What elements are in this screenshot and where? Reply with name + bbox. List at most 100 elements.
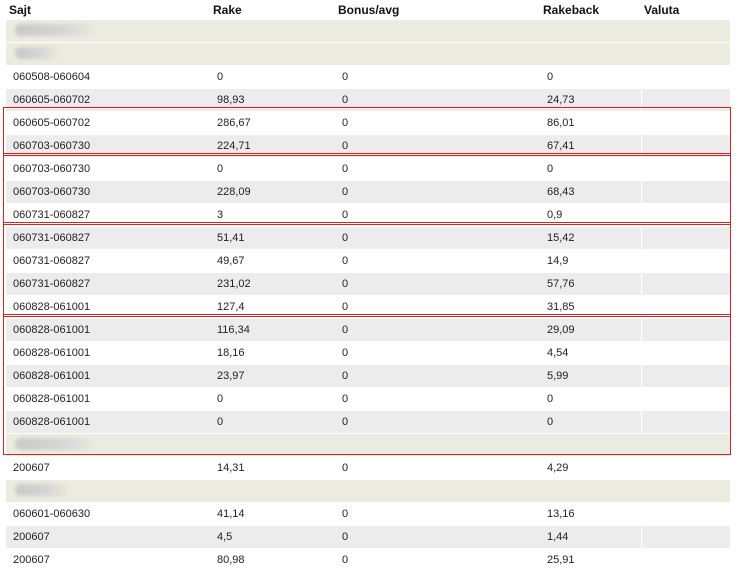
cell-sajt: 060703-060730 (13, 140, 91, 152)
table-row: 060731-060827 3 0 0,9 (6, 204, 730, 227)
cell-sajt: 060828-061001 (13, 301, 91, 313)
table-row: 060828-061001 18,16 0 4,54 (6, 342, 730, 365)
cell-valuta (641, 388, 730, 410)
cell-rake: 41,14 (217, 508, 245, 520)
cell-valuta (641, 296, 730, 318)
cell-rake: 224,71 (217, 140, 251, 152)
cell-rakeback: 29,09 (547, 324, 575, 336)
cell-valuta (641, 204, 730, 226)
redaction-blur (15, 46, 59, 59)
redaction-blur (15, 483, 71, 496)
cell-sajt: 060828-061001 (13, 416, 91, 428)
table-row: 060703-060730 224,71 0 67,41 (6, 135, 730, 158)
cell-bonus: 0 (342, 232, 349, 244)
cell-rakeback: 57,76 (547, 278, 575, 290)
column-header-valuta[interactable]: Valuta (641, 3, 730, 17)
cell-valuta (641, 181, 730, 203)
cell-valuta (641, 112, 730, 134)
group-row (6, 43, 730, 66)
cell-sajt: 060731-060827 (13, 255, 91, 267)
cell-rake: 286,67 (217, 117, 251, 129)
cell-bonus: 0 (342, 94, 349, 106)
cell-valuta (641, 158, 730, 180)
cell-rake: 98,93 (217, 94, 245, 106)
cell-sajt: 060731-060827 (13, 232, 91, 244)
cell-rake: 127,4 (217, 301, 245, 313)
column-header-sajt[interactable]: Sajt (6, 3, 210, 17)
cell-bonus: 0 (342, 278, 349, 290)
cell-bonus: 0 (342, 209, 349, 221)
cell-sajt: 060828-061001 (13, 370, 91, 382)
table-row: 200607 4,5 0 1,44 (6, 526, 730, 549)
table-row: 060731-060827 231,02 0 57,76 (6, 273, 730, 296)
column-header-bonus[interactable]: Bonus/avg (335, 3, 540, 17)
table-row: 060605-060702 286,67 0 86,01 (6, 112, 730, 135)
cell-rake: 0 (217, 393, 224, 405)
cell-sajt: 060828-061001 (13, 324, 91, 336)
table-row: 060731-060827 49,67 0 14,9 (6, 250, 730, 273)
cell-bonus: 0 (342, 301, 349, 313)
cell-bonus: 0 (342, 71, 349, 83)
cell-bonus: 0 (342, 255, 349, 267)
cell-bonus: 0 (342, 462, 349, 474)
table-row: 060828-061001 127,4 0 31,85 (6, 296, 730, 319)
cell-rakeback: 86,01 (547, 117, 575, 129)
cell-bonus: 0 (342, 531, 349, 543)
cell-sajt: 060605-060702 (13, 117, 91, 129)
cell-rakeback: 0 (547, 393, 554, 405)
cell-valuta (641, 250, 730, 272)
cell-rakeback: 68,43 (547, 186, 575, 198)
cell-rakeback: 4,29 (547, 462, 569, 474)
cell-sajt: 200607 (13, 554, 50, 566)
table-header: Sajt Rake Bonus/avg Rakeback Valuta (6, 0, 730, 20)
cell-valuta (641, 135, 730, 157)
cell-bonus: 0 (342, 140, 349, 152)
cell-valuta (641, 273, 730, 295)
table-row: 060703-060730 228,09 0 68,43 (6, 181, 730, 204)
group-row (6, 20, 730, 43)
cell-valuta (641, 89, 730, 111)
group-row (6, 480, 730, 503)
table-row: 200607 14,31 0 4,29 (6, 457, 730, 480)
cell-rake: 0 (217, 71, 224, 83)
cell-rakeback: 5,99 (547, 370, 569, 382)
table-row: 060828-061001 0 0 0 (6, 388, 730, 411)
cell-rakeback: 14,9 (547, 255, 569, 267)
cell-rakeback: 25,91 (547, 554, 575, 566)
cell-rake: 51,41 (217, 232, 245, 244)
table-row: 060828-061001 23,97 0 5,99 (6, 365, 730, 388)
cell-sajt: 060828-061001 (13, 347, 91, 359)
cell-bonus: 0 (342, 186, 349, 198)
cell-valuta (641, 365, 730, 387)
cell-rakeback: 4,54 (547, 347, 569, 359)
cell-rake: 116,34 (217, 324, 250, 336)
cell-valuta (641, 227, 730, 249)
cell-valuta (641, 319, 730, 341)
table-body: 060508-060604 0 0 0 060605-060702 98,93 0 24,73… (6, 20, 730, 572)
cell-valuta (641, 66, 730, 88)
cell-valuta (641, 526, 730, 548)
cell-rakeback: 31,85 (547, 301, 575, 313)
cell-sajt: 200607 (13, 531, 50, 543)
cell-rakeback: 0 (547, 163, 554, 175)
cell-sajt: 060731-060827 (13, 278, 91, 290)
table-row: 060828-061001 116,34 0 29,09 (6, 319, 730, 342)
cell-rake: 3 (217, 209, 224, 221)
column-header-rake[interactable]: Rake (210, 3, 335, 17)
cell-valuta (641, 411, 730, 433)
redaction-blur (15, 23, 97, 36)
table-row: 200607 80,98 0 25,91 (6, 549, 730, 572)
table-row: 060605-060702 98,93 0 24,73 (6, 89, 730, 112)
cell-rake: 4,5 (217, 531, 233, 543)
cell-rake: 49,67 (217, 255, 245, 267)
redacted-site-name (6, 23, 97, 39)
cell-sajt: 060703-060730 (13, 186, 91, 198)
column-header-rakeback[interactable]: Rakeback (540, 3, 641, 17)
cell-rakeback: 67,41 (547, 140, 575, 152)
table-row: 060508-060604 0 0 0 (6, 66, 730, 89)
cell-sajt: 060605-060702 (13, 94, 91, 106)
cell-rake: 231,02 (217, 278, 251, 290)
cell-sajt: 060731-060827 (13, 209, 91, 221)
redacted-site-name (6, 483, 71, 499)
redaction-blur (15, 437, 95, 450)
